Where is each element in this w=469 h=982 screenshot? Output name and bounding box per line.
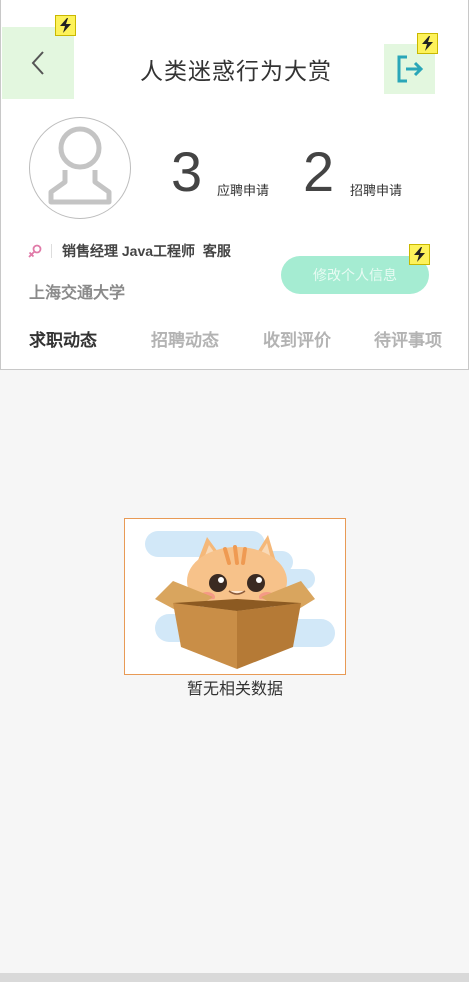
lightning-badge-icon: [55, 15, 76, 36]
lightning-badge-icon: [417, 33, 438, 54]
female-icon: [28, 244, 42, 258]
tab-received-reviews[interactable]: 收到评价: [263, 326, 331, 351]
school-name: 上海交通大学: [29, 285, 126, 302]
empty-state-text: 暂无相关数据: [186, 681, 283, 698]
job-application-count[interactable]: 3: [171, 144, 202, 200]
activity-tabs: 求职动态 招聘动态 收到评价 待评事项: [1, 326, 469, 350]
tab-recruit-activity[interactable]: 招聘动态: [151, 326, 219, 351]
tab-job-activity[interactable]: 求职动态: [29, 326, 97, 351]
profile-header-panel: 人类迷惑行为大赏 3 应聘申请 2 招聘申请 销售经理 Java工程师 客服 上…: [0, 0, 469, 370]
logout-icon: [397, 55, 423, 83]
lightning-badge-icon: [409, 244, 430, 265]
user-avatar-icon: [48, 126, 112, 205]
recruit-application-label: 招聘申请: [350, 183, 403, 198]
edit-profile-button[interactable]: 修改个人信息: [281, 256, 429, 294]
job-application-label: 应聘申请: [217, 183, 270, 198]
avatar[interactable]: [29, 117, 131, 219]
chevron-left-icon: [31, 51, 44, 75]
recruit-application-count[interactable]: 2: [303, 144, 334, 200]
tab-pending-reviews[interactable]: 待评事项: [374, 326, 442, 351]
cat-in-box-illustration: [145, 531, 335, 669]
bottom-scroll-edge: [0, 973, 469, 982]
job-tags-row: 销售经理 Java工程师 客服: [27, 240, 231, 262]
empty-state-illustration: [124, 518, 346, 675]
back-button[interactable]: [2, 27, 74, 99]
page-title: 人类迷惑行为大赏: [140, 58, 332, 84]
tag-divider: [51, 244, 52, 258]
job-tags: 销售经理 Java工程师 客服: [62, 243, 231, 259]
